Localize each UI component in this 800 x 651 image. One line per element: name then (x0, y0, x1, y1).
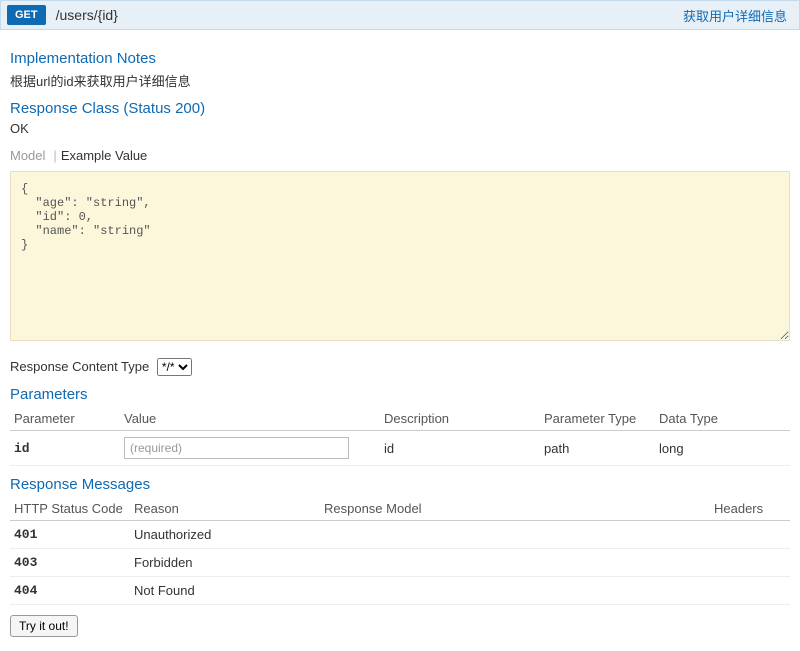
response-messages-heading: Response Messages (10, 476, 790, 493)
response-code: 403 (10, 549, 130, 577)
tab-model[interactable]: Model (10, 146, 49, 165)
try-it-out-button[interactable]: Try it out! (10, 615, 78, 637)
operation-summary: 获取用户详细信息 (683, 6, 787, 25)
col-http-status-code: HTTP Status Code (10, 497, 130, 521)
response-content-type-label: Response Content Type (10, 359, 149, 374)
response-message-row: 401Unauthorized (10, 521, 790, 549)
parameters-table: Parameter Value Description Parameter Ty… (10, 407, 790, 466)
parameters-heading: Parameters (10, 386, 790, 403)
response-headers (710, 549, 790, 577)
response-model (320, 521, 710, 549)
implementation-notes-text: 根据url的id来获取用户详细信息 (10, 71, 790, 90)
col-description: Description (380, 407, 540, 431)
example-value-box[interactable] (10, 171, 790, 341)
response-reason: Forbidden (130, 549, 320, 577)
response-class-status: OK (10, 121, 790, 136)
col-headers: Headers (710, 497, 790, 521)
operation-path: /users/{id} (56, 7, 683, 23)
response-content-type-row: Response Content Type */* (10, 358, 790, 376)
parameter-name: id (10, 431, 120, 466)
parameter-type: path (540, 431, 655, 466)
response-headers (710, 577, 790, 605)
col-response-model: Response Model (320, 497, 710, 521)
response-model (320, 577, 710, 605)
response-headers (710, 521, 790, 549)
operation-header[interactable]: GET /users/{id} 获取用户详细信息 (0, 0, 800, 30)
response-code: 401 (10, 521, 130, 549)
parameters-header-row: Parameter Value Description Parameter Ty… (10, 407, 790, 431)
parameter-value-input[interactable] (124, 437, 349, 459)
response-messages-table: HTTP Status Code Reason Response Model H… (10, 497, 790, 605)
col-parameter: Parameter (10, 407, 120, 431)
tab-separator: | (53, 148, 56, 163)
col-reason: Reason (130, 497, 320, 521)
response-tabs: Model | Example Value (10, 146, 790, 165)
http-method-badge: GET (7, 5, 46, 25)
col-value: Value (120, 407, 380, 431)
response-messages-header-row: HTTP Status Code Reason Response Model H… (10, 497, 790, 521)
col-data-type: Data Type (655, 407, 790, 431)
operation-body: Implementation Notes 根据url的id来获取用户详细信息 R… (0, 30, 800, 651)
col-parameter-type: Parameter Type (540, 407, 655, 431)
response-code: 404 (10, 577, 130, 605)
response-reason: Unauthorized (130, 521, 320, 549)
parameter-row: id id path long (10, 431, 790, 466)
parameter-data-type: long (655, 431, 790, 466)
response-class-heading: Response Class (Status 200) (10, 100, 790, 117)
response-reason: Not Found (130, 577, 320, 605)
response-message-row: 404Not Found (10, 577, 790, 605)
parameter-value-cell (120, 431, 380, 466)
parameter-description: id (380, 431, 540, 466)
response-model (320, 549, 710, 577)
response-message-row: 403Forbidden (10, 549, 790, 577)
implementation-notes-heading: Implementation Notes (10, 50, 790, 67)
response-content-type-select[interactable]: */* (157, 358, 192, 376)
tab-example-value[interactable]: Example Value (61, 146, 151, 165)
